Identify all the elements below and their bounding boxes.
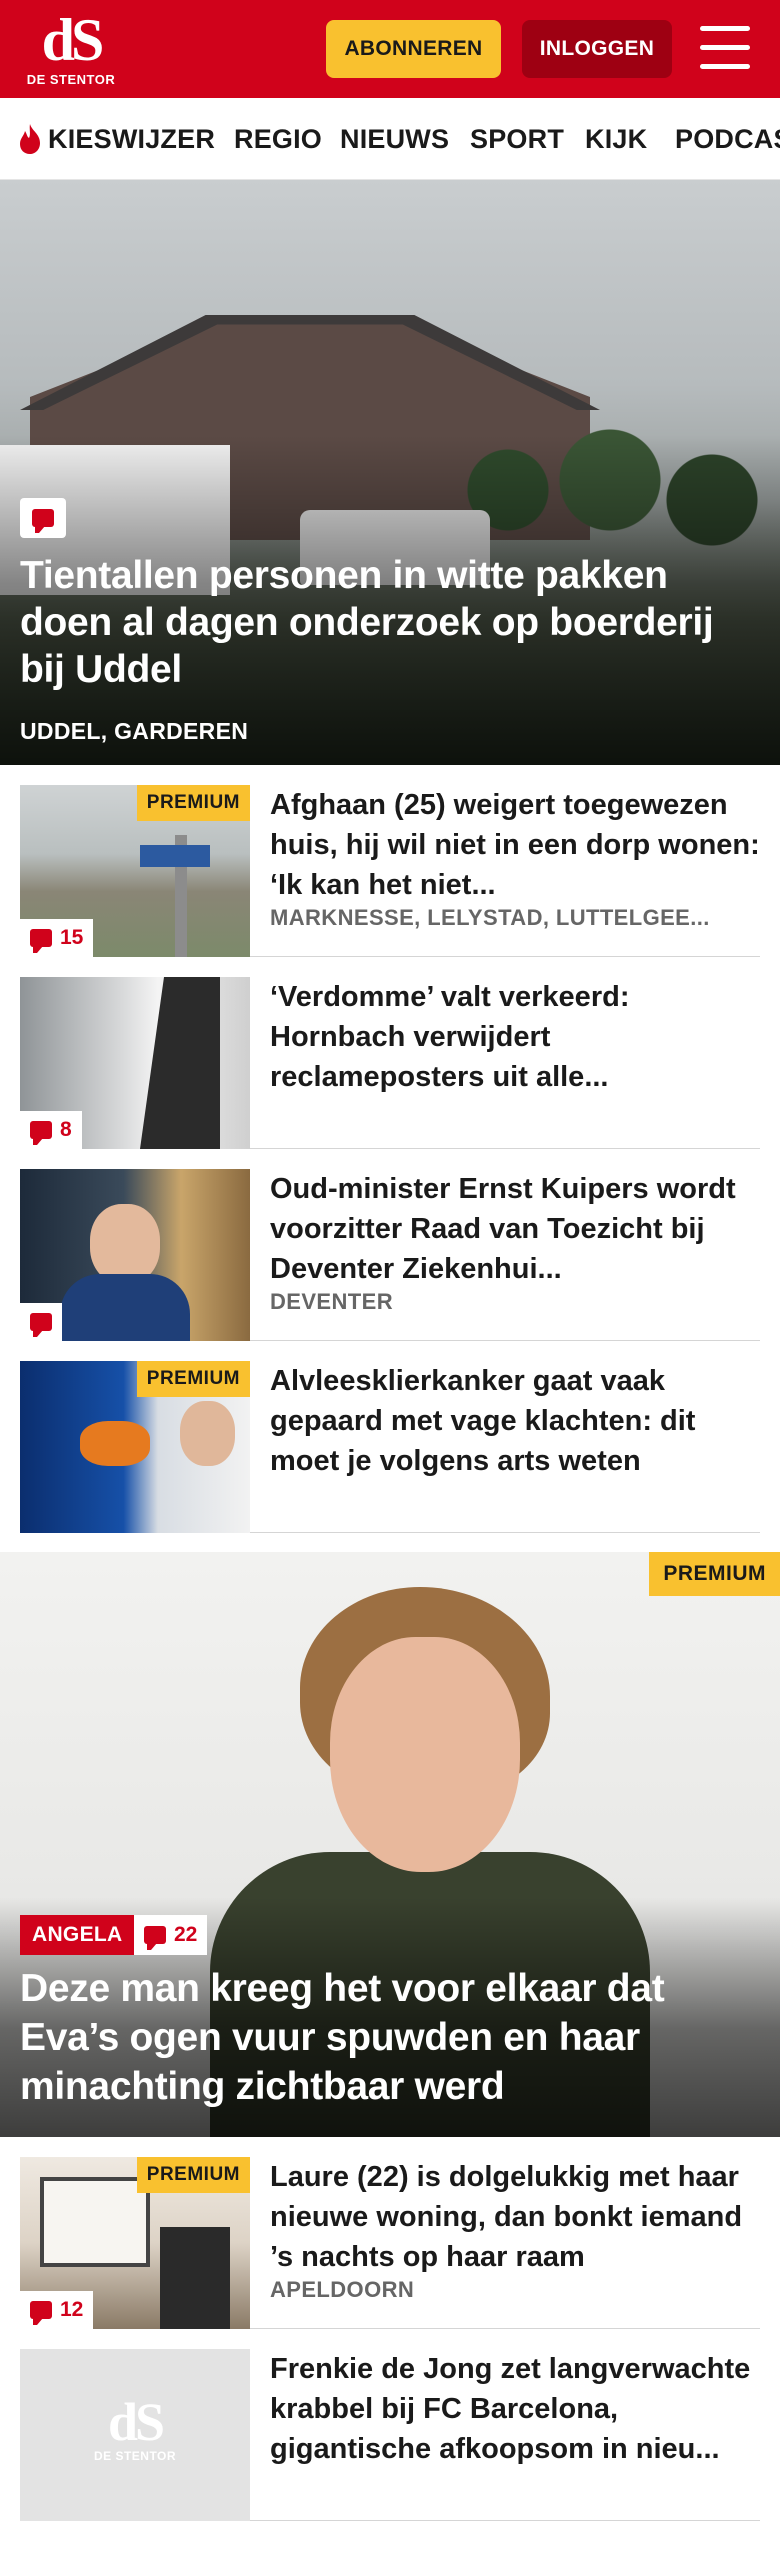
article-location: DEVENTER [270,1289,393,1314]
featured-tag[interactable]: ANGELA [20,1915,135,1955]
logo-mark: dS [41,7,105,73]
login-button[interactable]: INLOGGEN [522,20,672,78]
article-title[interactable]: Frenkie de Jong zet langver­wachte krabb… [270,2349,760,2469]
thumb-face [90,1204,160,1284]
article-location: MARKNESSE, LELYSTAD, LUTTELGEE... [270,905,710,930]
article-thumbnail: PREMIUM [20,1361,250,1533]
article-thumbnail: PREMIUM 12 [20,2157,250,2329]
comment-count [20,1303,62,1341]
comment-count: 15 [20,919,94,957]
placeholder-logo-mark: dS [107,2392,165,2452]
comment-count: 8 [20,1111,82,1149]
comment-count-value: 8 [60,1118,72,1141]
hero-location: UDDEL, GARDEREN [20,718,249,744]
nav-item-label: KIESWIJZER [48,123,216,154]
comment-icon [144,1926,166,1950]
article-title[interactable]: Oud-minister Ernst Kuipers wordt voorzit… [270,1169,760,1289]
comment-icon [20,498,66,538]
thumb-shape [140,977,220,1149]
comment-icon [30,929,52,953]
nav-item-kijk[interactable]: KIJK [585,98,647,179]
article-title[interactable]: ‘Verdomme’ valt verkeerd: Hornbach verwi… [270,977,760,1097]
article-thumbnail: 8 [20,977,250,1149]
thumb-organ [80,1421,150,1466]
article-thumbnail [20,1169,250,1341]
site-header: dS DE STENTOR ABONNEREN INLOGGEN [0,0,780,98]
article-title[interactable]: Afghaan (25) weigert toegewezen huis, hi… [270,785,760,905]
featured-image-face [330,1637,520,1872]
thumb-suit [60,1274,190,1341]
list-item[interactable]: PREMIUM Alvleesklierkanker gaat vaak gep… [20,1341,760,1533]
hero-title[interactable]: Tientallen personen in witte pakken doen… [20,552,760,693]
thumb-sign [140,845,210,867]
premium-badge: PREMIUM [136,785,250,821]
article-thumbnail-placeholder: dS DE STENTOR [20,2349,250,2521]
list-item[interactable]: dS DE STENTOR Frenkie de Jong zet langve… [20,2329,760,2521]
thumb-chair [160,2227,230,2329]
comment-count-value: 12 [60,2298,84,2321]
nav-item-regio[interactable]: REGIO [234,98,322,179]
comment-count-value: 22 [174,1923,198,1946]
thumb-window [40,2177,150,2267]
comment-icon [30,1121,52,1145]
site-logo[interactable]: dS DE STENTOR [26,7,116,92]
article-location: APELDOORN [270,2277,415,2302]
list-item[interactable]: PREMIUM 15 Afghaan (25) weigert toegewez… [20,765,760,957]
featured-article[interactable]: PREMIUM ANGELA 22 Deze man kreeg het voo… [0,1552,780,2137]
main-nav: KIESWIJZER REGIO NIEUWS SPORT KIJK PODCA… [0,98,780,180]
nav-item-podcast[interactable]: PODCAS [675,98,780,179]
premium-badge: PREMIUM [649,1552,780,1596]
article-thumbnail: PREMIUM 15 [20,785,250,957]
comment-icon [30,2301,52,2325]
article-title[interactable]: Alvleesklierkanker gaat vaak gepaard met… [270,1361,760,1481]
hamburger-icon[interactable] [700,26,750,70]
premium-badge: PREMIUM [136,2157,250,2193]
premium-badge: PREMIUM [136,1361,250,1397]
hero-article[interactable]: Tientallen personen in witte pakken doen… [0,180,780,765]
logo-subtitle: DE STENTOR [26,72,116,87]
list-item[interactable]: PREMIUM 12 Laure (22) is dolgelukkig met… [20,2137,760,2329]
placeholder-logo-subtitle: DE STENTOR [93,2449,177,2463]
nav-item-kieswijzer[interactable]: KIESWIJZER [16,98,216,179]
comment-count: 22 [134,1915,208,1955]
nav-item-nieuws[interactable]: NIEUWS [340,98,449,179]
list-item[interactable]: Oud-minister Ernst Kuipers wordt voorzit… [20,1149,760,1341]
comment-count: 12 [20,2291,94,2329]
comment-icon [30,1313,52,1337]
comment-count-value: 15 [60,926,84,949]
list-item[interactable]: 8 ‘Verdomme’ valt verkeerd: Hornbach ver… [20,957,760,1149]
featured-title[interactable]: Deze man kreeg het voor elkaar dat Eva’s… [20,1964,740,2111]
placeholder-logo: dS DE STENTOR [20,2392,250,2463]
flame-icon [20,124,40,154]
nav-item-sport[interactable]: SPORT [470,98,564,179]
subscribe-button[interactable]: ABONNEREN [326,20,501,78]
thumb-doctor [180,1401,235,1466]
article-title[interactable]: Laure (22) is dolgelukkig met haar nieuw… [270,2157,760,2277]
